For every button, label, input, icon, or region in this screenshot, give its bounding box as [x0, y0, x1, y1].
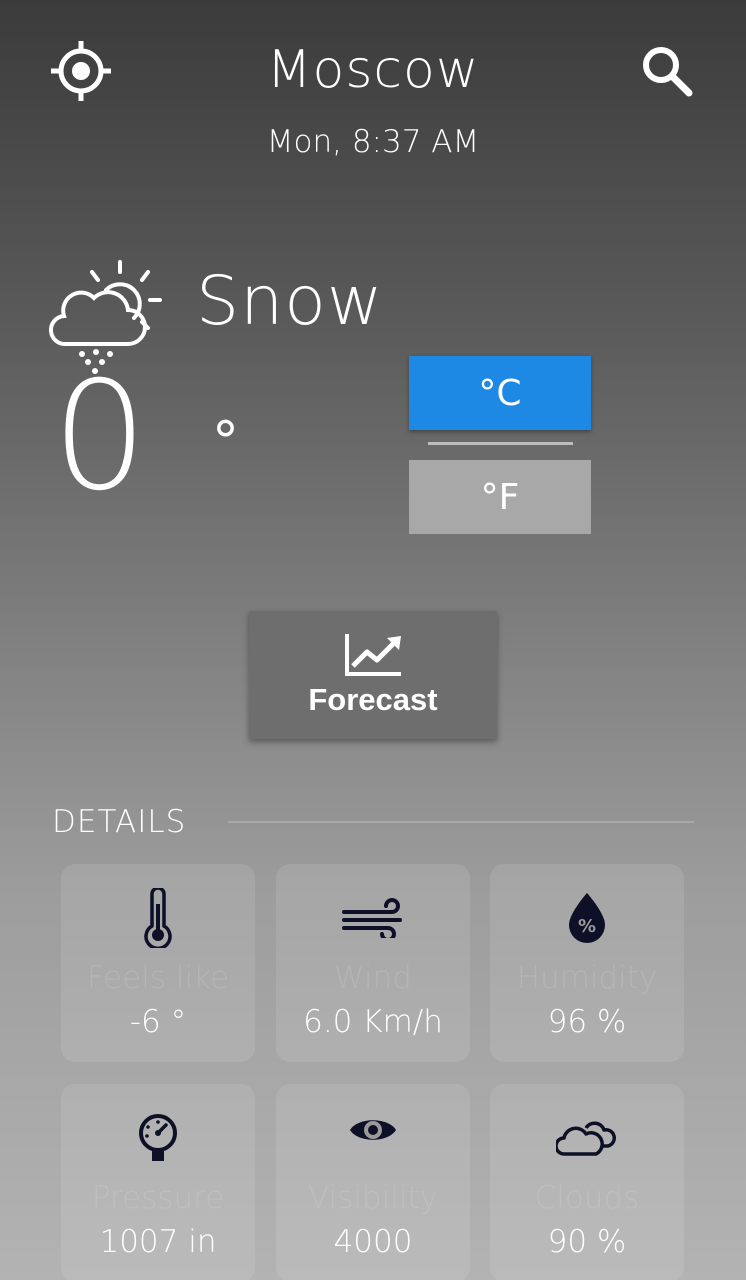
detail-card-humidity: % Humidity 96 % — [490, 864, 684, 1062]
detail-card-wind: Wind 6.0 Km/h — [276, 864, 470, 1062]
search-button[interactable] — [634, 38, 700, 104]
fahrenheit-button[interactable]: °F — [409, 460, 591, 534]
celsius-button[interactable]: °C — [409, 356, 591, 430]
search-icon — [643, 47, 693, 97]
detail-card-visibility: Visibility 4000 — [276, 1084, 470, 1280]
eye-icon — [350, 1120, 396, 1140]
detail-value: 6.0 Km/h — [303, 1004, 443, 1040]
date-time: Mon, 8:37 AM — [266, 124, 480, 160]
svg-text:%: % — [578, 916, 596, 937]
detail-value: 1007 in — [99, 1224, 217, 1260]
temperature-degree-symbol: ° — [212, 410, 239, 473]
detail-value: 4000 — [333, 1224, 413, 1260]
detail-label: Humidity — [516, 960, 658, 996]
detail-card-feels-like: Feels like -6 ° — [61, 864, 255, 1062]
pressure-gauge-icon — [139, 1114, 177, 1161]
trending-up-chart-icon — [345, 634, 401, 676]
humidity-drop-icon: % — [569, 893, 605, 943]
weather-condition: Snow — [196, 262, 384, 341]
wind-icon — [342, 898, 402, 938]
detail-card-clouds: Clouds 90 % — [490, 1084, 684, 1280]
detail-label: Pressure — [91, 1180, 225, 1216]
details-divider — [228, 821, 694, 823]
detail-label: Feels like — [86, 960, 230, 996]
detail-value: 96 % — [547, 1004, 627, 1040]
detail-value: -6 ° — [129, 1004, 187, 1040]
forecast-button[interactable]: Forecast — [249, 611, 497, 739]
clouds-icon — [556, 1121, 616, 1156]
detail-card-pressure: Pressure 1007 in — [61, 1084, 255, 1280]
temperature-value: 0 — [52, 350, 148, 524]
thermometer-icon — [144, 888, 172, 948]
detail-label: Clouds — [534, 1180, 640, 1216]
detail-value: 90 % — [547, 1224, 627, 1260]
details-heading: DETAILS — [52, 804, 187, 840]
forecast-label: Forecast — [308, 682, 438, 717]
detail-label: Visibility — [308, 1180, 438, 1216]
unit-divider — [428, 442, 573, 445]
detail-label: Wind — [334, 960, 412, 996]
